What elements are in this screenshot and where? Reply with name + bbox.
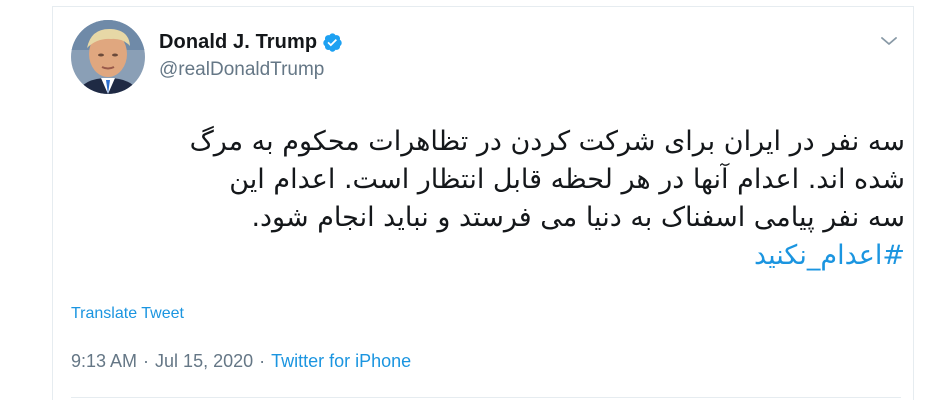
author-handle[interactable]: @realDonaldTrump [159,59,343,81]
hashtag-link[interactable]: #اعدام_نکنید [71,237,905,275]
meta-separator: · [143,351,150,371]
avatar[interactable] [71,20,145,94]
tweet-text-line: سه نفر پیامی اسفناک به دنیا می فرستد و ن… [251,202,905,233]
tweet-card: Donald J. Trump @realDonaldTrump سه نفر … [52,6,914,400]
translate-tweet-link[interactable]: Translate Tweet [71,305,184,323]
tweet-meta: 9:13 AM · Jul 15, 2020 · Twitter for iPh… [71,351,411,372]
author-block: Donald J. Trump @realDonaldTrump [159,29,343,81]
display-name-row: Donald J. Trump [159,29,343,55]
tweet-text-line: شده اند. اعدام آنها در هر لحظه قابل انتظ… [229,164,905,195]
verified-badge-icon [322,32,343,53]
tweet-page: Donald J. Trump @realDonaldTrump سه نفر … [0,0,930,400]
divider [71,397,901,398]
tweet-source-link[interactable]: Twitter for iPhone [271,351,411,372]
meta-separator: · [259,351,266,371]
display-name[interactable]: Donald J. Trump [159,31,317,54]
tweet-text: سه نفر در ایران برای شرکت کردن در تظاهرا… [71,123,905,275]
chevron-down-icon[interactable] [877,29,901,53]
tweet-date[interactable]: Jul 15, 2020 [155,351,253,372]
tweet-text-line: سه نفر در ایران برای شرکت کردن در تظاهرا… [189,126,905,157]
tweet-time[interactable]: 9:13 AM [71,351,137,372]
